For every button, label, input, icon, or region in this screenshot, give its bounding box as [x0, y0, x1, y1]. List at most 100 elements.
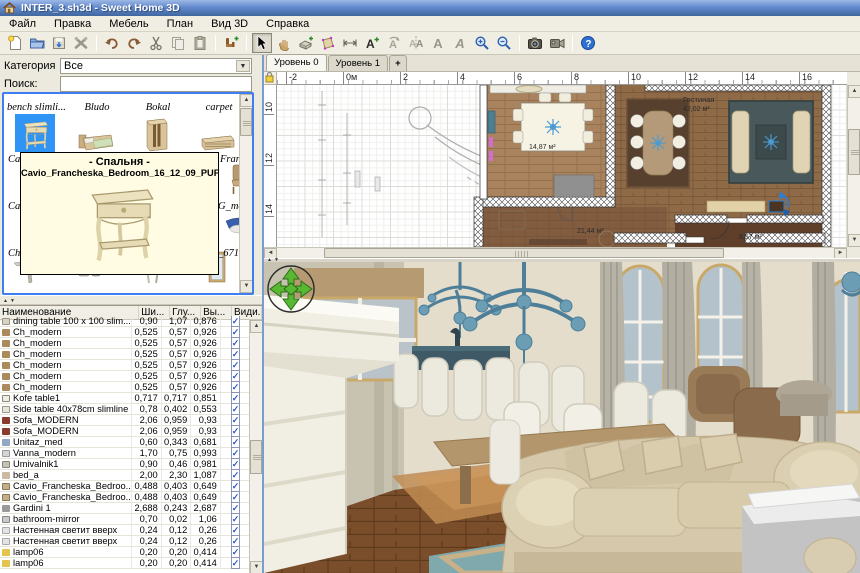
table-row[interactable]: Sofa_MODERN 2,06 0,959 0,93 — [0, 426, 249, 437]
menu-item[interactable]: План — [158, 17, 203, 31]
rotate-text-button[interactable]: A — [384, 33, 404, 53]
add-furniture-button[interactable] — [221, 33, 241, 53]
create-walls-button[interactable] — [296, 33, 316, 53]
table-row[interactable]: Ch_modern 0,525 0,57 0,926 — [0, 371, 249, 382]
scroll-up-arrow-icon[interactable]: ▲ — [848, 85, 860, 98]
plan-canvas[interactable]: Гостиная 42,02 м² 14,87 м² 21,44 м² 8,57… — [277, 85, 847, 247]
scroll-down-arrow-icon[interactable]: ▼ — [240, 280, 253, 293]
scroll-down-arrow-icon[interactable]: ▼ — [848, 234, 860, 247]
level-tab[interactable]: Уровень 0 — [266, 54, 327, 71]
cut-button[interactable] — [146, 33, 166, 53]
catalog-thumbnail[interactable] — [76, 114, 116, 152]
scroll-up-arrow-icon[interactable]: ▲ — [250, 320, 262, 333]
plan-horizontal-scrollbar[interactable]: ◄ ► — [264, 247, 847, 258]
home-furniture-table[interactable]: Наименование Ши... Глу... Вы... Види... … — [0, 305, 262, 573]
ruler-label: 10 — [628, 72, 641, 85]
ottoman[interactable] — [742, 484, 860, 573]
menu-item[interactable]: Правка — [45, 17, 100, 31]
table-row[interactable]: Настенная светит вверх 0,24 0,12 0,26 — [0, 536, 249, 547]
view-3d[interactable] — [264, 262, 860, 573]
table-row[interactable]: Sofa_MODERN 2,06 0,959 0,93 — [0, 415, 249, 426]
scrollbar-thumb[interactable] — [324, 248, 724, 258]
scroll-up-arrow-icon[interactable]: ▲ — [240, 94, 253, 107]
catalog-thumbnail-selected[interactable] — [15, 114, 55, 152]
table-row[interactable]: Cavio_Francheska_Bedroo... 0,488 0,403 0… — [0, 492, 249, 503]
menu-item[interactable]: Вид 3D — [202, 17, 257, 31]
white-chair[interactable] — [490, 420, 520, 484]
plan-living-dining-set[interactable] — [627, 99, 689, 187]
help-button[interactable]: ? — [578, 33, 598, 53]
scrollbar-thumb[interactable] — [240, 108, 252, 136]
chevron-down-icon[interactable]: ▼ — [236, 60, 250, 72]
level-tab[interactable]: Уровень 1 — [328, 55, 389, 71]
scrollbar-thumb[interactable] — [848, 129, 860, 175]
table-row[interactable]: Ch_modern 0,525 0,57 0,926 — [0, 360, 249, 371]
undo-button[interactable] — [102, 33, 122, 53]
scroll-down-arrow-icon[interactable]: ▼ — [250, 561, 262, 573]
redo-button[interactable] — [124, 33, 144, 53]
video-button[interactable] — [547, 33, 567, 53]
furniture-name: Ch_modern — [13, 338, 62, 348]
table-row[interactable]: Ch_modern 0,525 0,57 0,926 — [0, 382, 249, 393]
menu-item[interactable]: Файл — [0, 17, 45, 31]
zoom-in-button[interactable] — [472, 33, 492, 53]
select-tool-button[interactable] — [252, 33, 272, 53]
open-home-button[interactable] — [27, 33, 47, 53]
catalog-item-label[interactable]: bench slimli... — [7, 102, 65, 113]
create-dimensions-button[interactable] — [340, 33, 360, 53]
table-row[interactable]: bathroom-mirror 0,70 0,02 1,06 — [0, 514, 249, 525]
table-scrollbar[interactable]: ▲ ▼ — [249, 320, 262, 573]
table-row[interactable]: Cavio_Francheska_Bedroo... 0,488 0,403 0… — [0, 481, 249, 492]
catalog-thumbnail[interactable] — [137, 114, 177, 152]
save-home-button[interactable] — [49, 33, 69, 53]
pan-tool-button[interactable] — [274, 33, 294, 53]
furniture-height: 0,876 — [191, 316, 221, 326]
table-row[interactable]: dining table 100 x 100 slim... 0,90 1,07… — [0, 316, 249, 327]
add-text-button[interactable]: A — [362, 33, 382, 53]
table-row[interactable]: lamp06 0,20 0,20 0,414 — [0, 558, 249, 569]
table-row[interactable]: Настенная светит вверх 0,24 0,12 0,26 — [0, 525, 249, 536]
visibility-checkbox[interactable] — [231, 557, 241, 569]
catalog-item-label[interactable]: Bludo — [68, 102, 126, 113]
mirror-text-button[interactable]: AA — [406, 33, 426, 53]
preferences-button[interactable] — [71, 33, 91, 53]
catalog-list[interactable]: bench slimli...BludoBokalcarpet — [2, 92, 254, 295]
copy-button[interactable] — [168, 33, 188, 53]
paste-button[interactable] — [190, 33, 210, 53]
table-row[interactable]: Ch_modern 0,525 0,57 0,926 — [0, 338, 249, 349]
plan-vertical-scrollbar[interactable]: ▲ ▼ — [847, 85, 860, 247]
table-row[interactable]: Kofe table1 0,717 0,717 0,851 — [0, 393, 249, 404]
category-select[interactable]: Все▼ — [60, 58, 252, 74]
furniture-depth: 0,402 — [162, 404, 192, 414]
ruler-label: 0м — [343, 72, 357, 85]
table-row[interactable]: Unitaz_med 0,60 0,343 0,681 — [0, 437, 249, 448]
menu-item[interactable]: Мебель — [100, 17, 157, 31]
table-row[interactable]: Side table 40x78cm slimline 0,78 0,402 0… — [0, 404, 249, 415]
italic-button[interactable]: A — [450, 33, 470, 53]
cut-icon — [148, 35, 164, 51]
table-row[interactable]: bed_a 2,00 2,30 1,087 — [0, 470, 249, 481]
table-row[interactable]: lamp06 0,20 0,20 0,414 — [0, 547, 249, 558]
catalog-item-label[interactable]: Bokal — [129, 102, 187, 113]
title-bar[interactable]: INTER_3.sh3d - Sweet Home 3D — [0, 0, 860, 16]
catalog-thumbnail[interactable] — [198, 114, 238, 152]
table-row[interactable]: Gardini 1 2,688 0,243 2,687 — [0, 503, 249, 514]
bold-button[interactable]: A — [428, 33, 448, 53]
search-input[interactable] — [60, 76, 252, 92]
table-row[interactable]: Vanna_modern 1,70 0,75 0,993 — [0, 448, 249, 459]
navigation-compass[interactable] — [268, 266, 314, 312]
catalog-table-splitter[interactable]: ▲▼ — [0, 295, 262, 305]
table-row[interactable]: Umivalnik1 0,90 0,46 0,981 — [0, 459, 249, 470]
furniture-name: Sofa_MODERN — [13, 415, 79, 425]
zoom-out-button[interactable] — [494, 33, 514, 53]
scrollbar-thumb[interactable] — [250, 440, 262, 474]
level-tab[interactable]: + — [389, 55, 407, 71]
splitter-collapse-icons[interactable]: ▲▼ — [3, 298, 17, 304]
catalog-scrollbar[interactable]: ▲ ▼ — [239, 94, 252, 293]
photo-button[interactable] — [525, 33, 545, 53]
menu-item[interactable]: Справка — [257, 17, 318, 31]
table-row[interactable]: Ch_modern 0,525 0,57 0,926 — [0, 327, 249, 338]
new-home-button[interactable] — [5, 33, 25, 53]
table-row[interactable]: Ch_modern 0,525 0,57 0,926 — [0, 349, 249, 360]
create-rooms-button[interactable] — [318, 33, 338, 53]
